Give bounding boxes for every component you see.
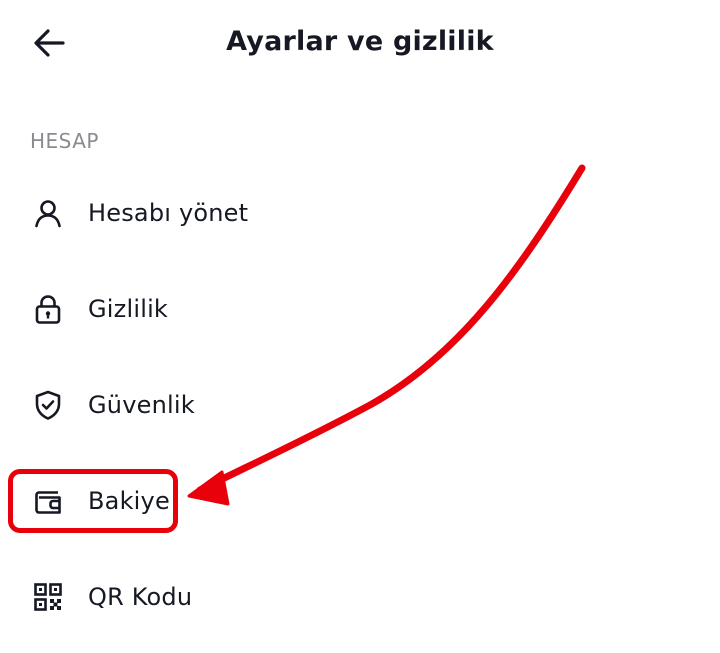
- menu-item-privacy[interactable]: Gizlilik: [20, 274, 700, 344]
- menu-item-qr-code[interactable]: QR Kodu: [20, 562, 700, 632]
- menu-item-label: QR Kodu: [88, 583, 193, 611]
- menu-item-label: Hesabı yönet: [88, 199, 249, 227]
- menu-item-label: Güvenlik: [88, 391, 195, 419]
- page-title: Ayarlar ve gizlilik: [226, 26, 494, 57]
- top-bar: Ayarlar ve gizlilik: [0, 0, 720, 86]
- menu-item-balance[interactable]: Bakiye: [20, 466, 700, 536]
- lock-icon: [28, 289, 68, 329]
- section-label-account: HESAP: [30, 129, 99, 153]
- menu-item-label: Gizlilik: [88, 295, 169, 323]
- qr-code-icon: [28, 577, 68, 617]
- person-icon: [28, 193, 68, 233]
- menu-item-manage-account[interactable]: Hesabı yönet: [20, 178, 700, 248]
- menu-item-security[interactable]: Güvenlik: [20, 370, 700, 440]
- menu-item-label: Bakiye: [88, 487, 170, 515]
- shield-check-icon: [28, 385, 68, 425]
- wallet-icon: [28, 481, 68, 521]
